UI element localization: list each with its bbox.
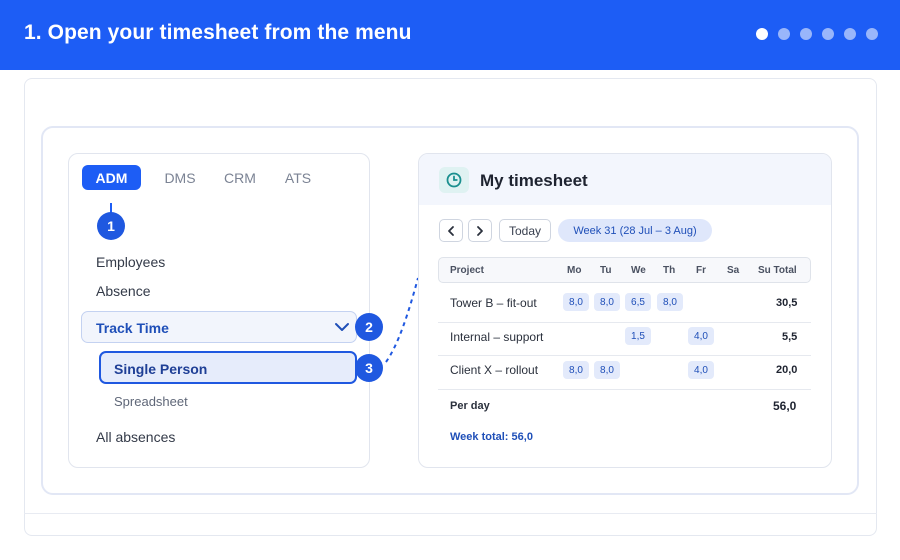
hours-cell[interactable]: 4,0 [688, 327, 714, 345]
step-header: 1. Open your timesheet from the menu [0, 0, 900, 70]
module-tab-ats[interactable]: ATS [278, 165, 318, 190]
module-tab-crm[interactable]: CRM [220, 165, 260, 190]
track-time-label: Track Time [96, 320, 169, 336]
per-day-label: Per day [450, 400, 490, 412]
row-divider [438, 389, 811, 390]
module-tab-adm[interactable]: ADM [82, 165, 141, 190]
prev-week-button[interactable] [439, 219, 463, 242]
single-person-label: Single Person [114, 361, 208, 377]
content-divider [24, 513, 877, 514]
col-su-total: Su Total [758, 265, 797, 276]
menu-item-absence[interactable]: Absence [96, 283, 150, 299]
step-dot-6[interactable] [866, 28, 878, 40]
row-total: 30,5 [776, 297, 798, 309]
step-dot-1[interactable] [756, 28, 768, 40]
hours-cell[interactable]: 6,5 [625, 293, 651, 311]
menu-item-all-absences[interactable]: All absences [96, 429, 175, 445]
chevron-down-icon [335, 323, 349, 331]
col-we: We [631, 265, 646, 276]
week-total: Week total: 56,0 [450, 431, 533, 443]
col-sa: Sa [727, 265, 740, 276]
step-indicator [756, 28, 878, 40]
today-button[interactable]: Today [499, 219, 551, 242]
step-title: 1. Open your timesheet from the menu [24, 21, 412, 44]
hours-cell[interactable]: 8,0 [594, 293, 620, 311]
table-row-project: Client X – rollout [450, 363, 539, 377]
module-tab-dms[interactable]: DMS [160, 165, 200, 190]
step-dot-4[interactable] [822, 28, 834, 40]
table-row-project: Internal – support [450, 330, 544, 344]
hours-cell[interactable]: 1,5 [625, 327, 651, 345]
hours-cell[interactable]: 4,0 [688, 361, 714, 379]
step-badge-3: 3 [355, 354, 383, 382]
row-divider [438, 355, 811, 356]
chevron-left-icon [448, 225, 454, 236]
step-dot-3[interactable] [800, 28, 812, 40]
per-day-total: 56,0 [773, 399, 797, 413]
timesheet-title: My timesheet [480, 171, 588, 190]
step-badge-1: 1 [97, 212, 125, 240]
col-project: Project [450, 265, 484, 276]
hours-cell[interactable]: 8,0 [657, 293, 683, 311]
hours-cell[interactable]: 8,0 [594, 361, 620, 379]
col-tu: Tu [600, 265, 612, 276]
hours-cell[interactable]: 8,0 [563, 293, 589, 311]
menu-item-employees[interactable]: Employees [96, 254, 165, 270]
col-fr: Fr [696, 265, 706, 276]
week-selector[interactable]: Week 31 (28 Jul – 3 Aug) [558, 219, 712, 242]
chevron-right-icon [477, 225, 483, 236]
table-header [438, 257, 811, 283]
col-mo: Mo [567, 265, 582, 276]
row-total: 5,5 [782, 331, 798, 343]
step-dot-2[interactable] [778, 28, 790, 40]
timesheet-panel [418, 153, 832, 468]
row-divider [438, 322, 811, 323]
table-row-project: Tower B – fit-out [450, 296, 537, 310]
step-badge-2: 2 [355, 313, 383, 341]
hours-cell[interactable]: 8,0 [563, 361, 589, 379]
clock-icon [439, 167, 469, 193]
col-th: Th [663, 265, 676, 276]
menu-item-spreadsheet[interactable]: Spreadsheet [114, 394, 188, 409]
next-week-button[interactable] [468, 219, 492, 242]
row-total: 20,0 [776, 364, 798, 376]
step-dot-5[interactable] [844, 28, 856, 40]
